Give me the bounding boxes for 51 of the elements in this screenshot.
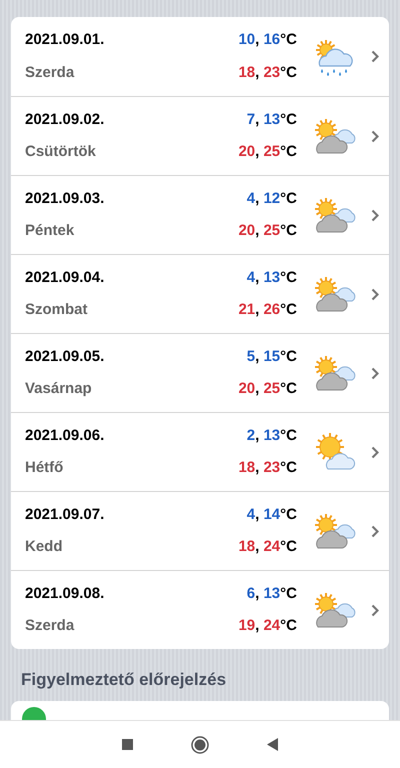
chevron-icon xyxy=(371,446,379,458)
day-text: Vasárnap xyxy=(25,379,92,399)
home-button[interactable] xyxy=(191,736,209,754)
chevron-icon xyxy=(371,50,379,63)
chevron-icon xyxy=(371,208,379,222)
max-temperature: 18, 23°C xyxy=(238,62,297,82)
chevron-icon xyxy=(371,604,379,616)
min-temperature: 5, 15°C xyxy=(246,346,297,366)
forecast-row[interactable]: 2021.09.01. Szerda 10, 16°C 18, 23°C xyxy=(11,17,389,96)
chevron-icon xyxy=(371,524,379,538)
max-temperature: 20, 25°C xyxy=(238,379,297,399)
date-text: 2021.09.03. xyxy=(25,188,104,208)
day-text: Szerda xyxy=(25,616,74,636)
date-text: 2021.09.05. xyxy=(25,346,104,366)
day-text: Hétfő xyxy=(25,458,64,478)
date-text: 2021.09.04. xyxy=(25,268,104,288)
date-text: 2021.09.02. xyxy=(25,110,104,130)
max-temperature: 20, 25°C xyxy=(238,221,297,241)
min-temperature: 4, 12°C xyxy=(246,188,297,208)
day-text: Péntek xyxy=(25,221,74,241)
day-text: Kedd xyxy=(25,537,62,557)
forecast-row[interactable]: 2021.09.02. Csütörtök 7, 13°C 20, 25°C xyxy=(11,96,389,175)
max-temperature: 21, 26°C xyxy=(238,300,297,320)
min-temperature: 2, 13°C xyxy=(246,426,297,446)
forecast-row[interactable]: 2021.09.04. Szombat 4, 13°C 21, 26°C xyxy=(11,254,389,333)
forecast-row[interactable]: 2021.09.08. Szerda 6, 13°C 19, 24°C xyxy=(11,570,389,649)
day-text: Szombat xyxy=(25,300,88,320)
day-text: Csütörtök xyxy=(25,142,96,162)
chevron-icon xyxy=(371,366,379,380)
min-temperature: 4, 14°C xyxy=(246,504,297,524)
chevron-icon xyxy=(371,130,379,142)
date-text: 2021.09.08. xyxy=(25,584,104,604)
date-text: 2021.09.06. xyxy=(25,426,104,446)
min-temperature: 7, 13°C xyxy=(246,110,297,130)
min-temperature: 4, 13°C xyxy=(246,268,297,288)
date-text: 2021.09.07. xyxy=(25,504,104,524)
max-temperature: 20, 25°C xyxy=(238,142,297,162)
date-text: 2021.09.01. xyxy=(25,30,104,50)
forecast-row[interactable]: 2021.09.03. Péntek 4, 12°C 20, 25°C xyxy=(11,175,389,254)
day-text: Szerda xyxy=(25,62,74,82)
section-title: Figyelmeztető előrejelzés xyxy=(21,670,226,689)
forecast-row[interactable]: 2021.09.07. Kedd 4, 14°C 18, 24°C xyxy=(11,491,389,570)
min-temperature: 10, 16°C xyxy=(238,30,297,50)
back-button[interactable] xyxy=(267,738,278,751)
forecast-row[interactable]: 2021.09.05. Vasárnap 5, 15°C 20, 25°C xyxy=(11,333,389,412)
max-temperature: 19, 24°C xyxy=(238,616,297,636)
chevron-icon xyxy=(371,288,379,300)
min-temperature: 6, 13°C xyxy=(246,584,297,604)
forecast-row[interactable]: 2021.09.06. Hétfő 2, 13°C 18, 23°C xyxy=(11,412,389,491)
max-temperature: 18, 23°C xyxy=(238,458,297,478)
max-temperature: 18, 24°C xyxy=(238,537,297,557)
